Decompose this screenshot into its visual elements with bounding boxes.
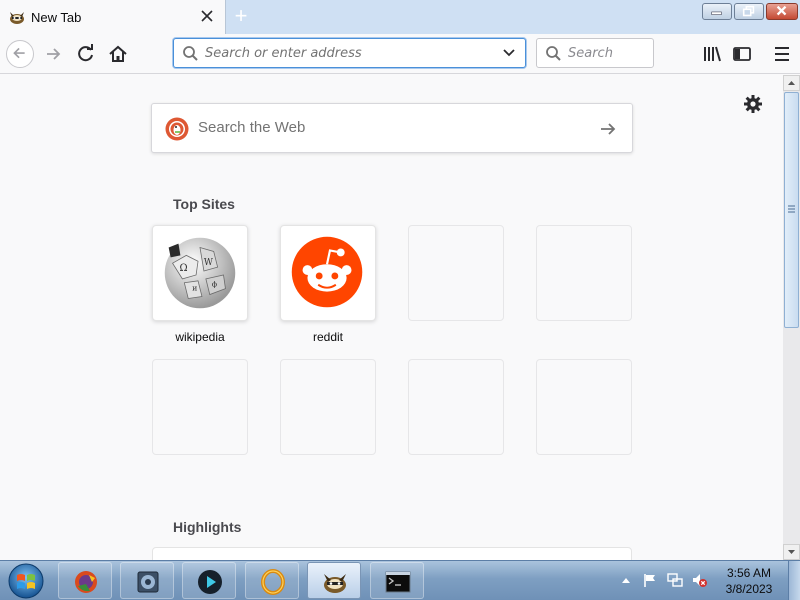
taskbar-item[interactable] — [245, 562, 299, 599]
top-site-label: wikipedia — [175, 330, 225, 344]
search-input[interactable] — [568, 46, 648, 61]
highlights-heading: Highlights — [173, 519, 242, 535]
taskbar-item-active[interactable] — [307, 562, 361, 599]
firefox-raccoon-icon — [324, 574, 346, 593]
raccoon-favicon-icon — [10, 12, 24, 24]
svg-text:ϕ: ϕ — [212, 280, 218, 289]
gear-icon[interactable] — [743, 94, 763, 114]
back-button[interactable] — [6, 40, 34, 68]
top-site-empty-slot — [536, 225, 632, 321]
sidebar-icon[interactable] — [728, 40, 756, 68]
reddit-alien-icon — [291, 236, 363, 308]
forward-arrow-icon[interactable] — [40, 40, 68, 68]
close-window-button[interactable] — [766, 3, 798, 20]
show-desktop-button[interactable] — [788, 561, 800, 600]
close-tab-icon[interactable] — [199, 8, 215, 24]
ring-app-icon — [261, 569, 285, 595]
top-site-wikipedia[interactable]: Ω W и ϕ — [152, 225, 248, 321]
top-sites-heading: Top Sites — [173, 196, 235, 212]
volume-muted-icon[interactable] — [691, 572, 707, 588]
tab-title: New Tab — [31, 10, 82, 25]
svg-text:Ω: Ω — [179, 263, 187, 274]
tab-new-tab[interactable]: New Tab — [0, 0, 226, 34]
top-site-empty-slot — [536, 359, 632, 455]
taskbar-item[interactable] — [370, 562, 424, 599]
search-bar[interactable] — [536, 38, 654, 68]
svg-text:W: W — [204, 258, 214, 268]
url-input[interactable] — [205, 46, 495, 61]
minimize-icon — [711, 11, 722, 15]
scroll-up-arrow-icon — [788, 81, 795, 85]
network-icon[interactable] — [667, 572, 683, 588]
url-bar[interactable] — [173, 38, 526, 68]
search-icon — [546, 46, 561, 61]
top-site-empty-slot — [280, 359, 376, 455]
web-search-input[interactable] — [198, 119, 578, 136]
scroll-up-button[interactable] — [783, 75, 800, 91]
taskbar-item[interactable] — [58, 562, 112, 599]
taskbar-item[interactable] — [182, 562, 236, 599]
top-site-reddit[interactable] — [280, 225, 376, 321]
highlight-card[interactable] — [152, 547, 632, 560]
restore-button[interactable] — [734, 3, 764, 20]
windows-taskbar: 3:56 AM 3/8/2023 — [0, 560, 800, 600]
arrow-right-icon[interactable] — [598, 119, 618, 139]
top-site-empty-slot — [152, 359, 248, 455]
tab-strip: New Tab + — [0, 0, 800, 34]
chevron-down-icon[interactable] — [502, 47, 516, 59]
back-arrow-icon — [13, 47, 25, 59]
firefox-app-icon — [75, 571, 97, 593]
close-window-icon — [776, 5, 787, 16]
taskbar-item[interactable] — [120, 562, 174, 599]
web-search-box[interactable] — [151, 103, 633, 153]
clock-time: 3:56 AM — [726, 566, 772, 580]
minimize-button[interactable] — [702, 3, 732, 20]
duckduckgo-logo-icon — [165, 117, 189, 141]
reload-icon[interactable] — [72, 40, 100, 68]
home-icon[interactable] — [104, 40, 132, 68]
scroll-down-button[interactable] — [783, 544, 800, 560]
new-tab-button[interactable]: + — [230, 5, 252, 28]
scroll-thumb[interactable] — [784, 92, 799, 328]
media-player-icon — [198, 570, 222, 594]
top-site-empty-slot — [408, 359, 504, 455]
search-icon — [183, 46, 198, 61]
navigation-toolbar — [0, 34, 800, 74]
scroll-down-arrow-icon — [788, 550, 795, 554]
clock-date: 3/8/2023 — [725, 582, 773, 596]
terminal-icon — [385, 571, 411, 593]
restore-icon — [742, 5, 755, 17]
windows-start-icon[interactable] — [3, 562, 49, 600]
action-center-flag-icon[interactable] — [642, 572, 658, 588]
wikipedia-globe-icon: Ω W и ϕ — [164, 237, 236, 309]
grip-icon — [788, 205, 795, 213]
top-site-label: reddit — [312, 330, 344, 344]
top-site-empty-slot — [408, 225, 504, 321]
library-icon[interactable] — [698, 40, 726, 68]
photos-app-icon — [137, 571, 159, 593]
new-tab-page: Top Sites Ω W и ϕ wikipedia — [0, 75, 783, 560]
svg-text:и: и — [192, 284, 197, 293]
show-hidden-icons-icon[interactable] — [620, 575, 632, 585]
hamburger-menu-icon[interactable] — [768, 40, 796, 68]
system-clock[interactable]: 3:56 AM 3/8/2023 — [716, 565, 782, 597]
vertical-scrollbar[interactable] — [783, 75, 800, 560]
